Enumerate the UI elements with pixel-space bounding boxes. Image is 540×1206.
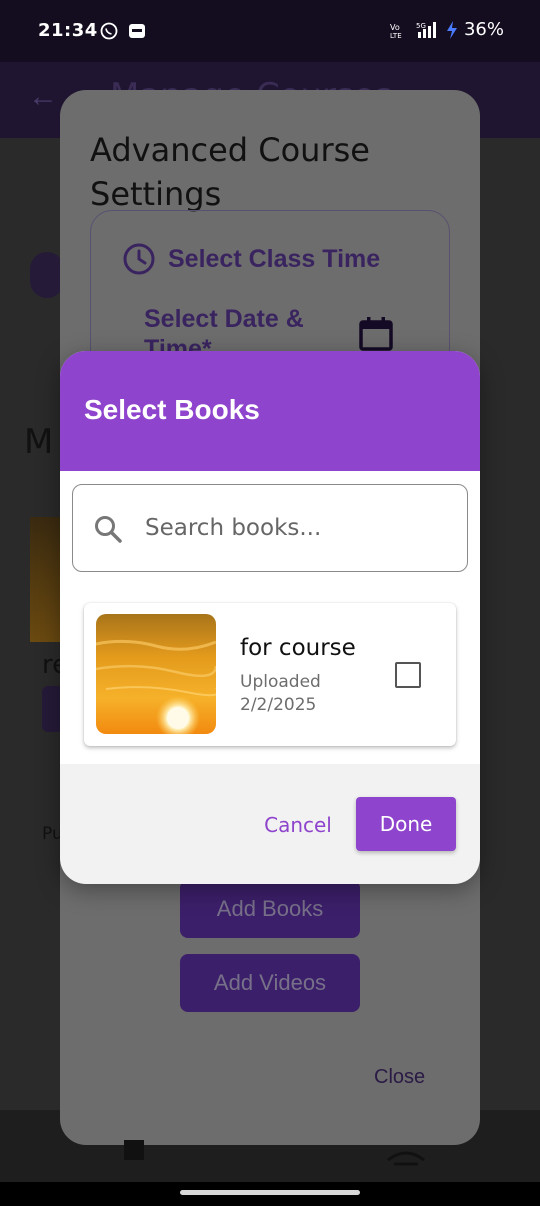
back-arrow-icon: ← — [28, 80, 58, 113]
status-bar: 21:34 Vo LTE 5G 36% — [0, 0, 540, 62]
book-checkbox[interactable] — [395, 662, 421, 688]
add-videos-button[interactable]: Add Videos — [180, 954, 360, 1012]
book-title: for course — [240, 635, 356, 661]
battery-level: 36% — [463, 19, 504, 40]
select-class-time-label: Select Class Time — [168, 245, 381, 273]
status-time: 21:34 — [38, 20, 98, 41]
whatsapp-icon — [100, 22, 118, 40]
background-chip — [30, 252, 64, 298]
close-button[interactable]: Close — [374, 1066, 425, 1089]
svg-text:Vo: Vo — [390, 23, 400, 32]
svg-text:LTE: LTE — [390, 32, 402, 39]
meditation-icon[interactable] — [384, 1140, 428, 1166]
advanced-settings-title: Advanced Course Settings — [90, 131, 370, 213]
add-books-button[interactable]: Add Books — [180, 880, 360, 938]
app-notification-icon — [129, 24, 145, 38]
background-section-heading: M — [24, 422, 54, 462]
search-placeholder: Search books... — [145, 515, 322, 541]
charging-icon — [446, 20, 457, 39]
book-list-item[interactable]: for course Uploaded 2/2/2025 — [84, 603, 456, 746]
select-books-dialog: Select Books Search books... for course … — [60, 351, 480, 884]
dialog-title: Select Books — [84, 394, 260, 425]
dialog-header: Select Books — [60, 351, 480, 471]
volte-icon: Vo LTE — [390, 23, 402, 39]
home-icon[interactable] — [120, 1140, 148, 1160]
status-right: Vo LTE 5G 36% — [390, 19, 504, 40]
search-input[interactable]: Search books... — [72, 484, 468, 572]
cancel-button[interactable]: Cancel — [250, 813, 346, 837]
clock-icon — [123, 243, 155, 275]
svg-text:5G: 5G — [416, 22, 426, 30]
sunset-image — [96, 614, 216, 734]
home-gesture-pill[interactable] — [180, 1190, 360, 1195]
done-button[interactable]: Done — [356, 797, 456, 851]
background-thumbnail — [30, 517, 62, 642]
search-icon — [95, 516, 122, 543]
calendar-icon[interactable] — [358, 316, 394, 352]
signal-icon: 5G — [416, 21, 436, 38]
book-upload-date: Uploaded 2/2/2025 — [240, 672, 321, 715]
book-thumbnail — [96, 614, 216, 734]
